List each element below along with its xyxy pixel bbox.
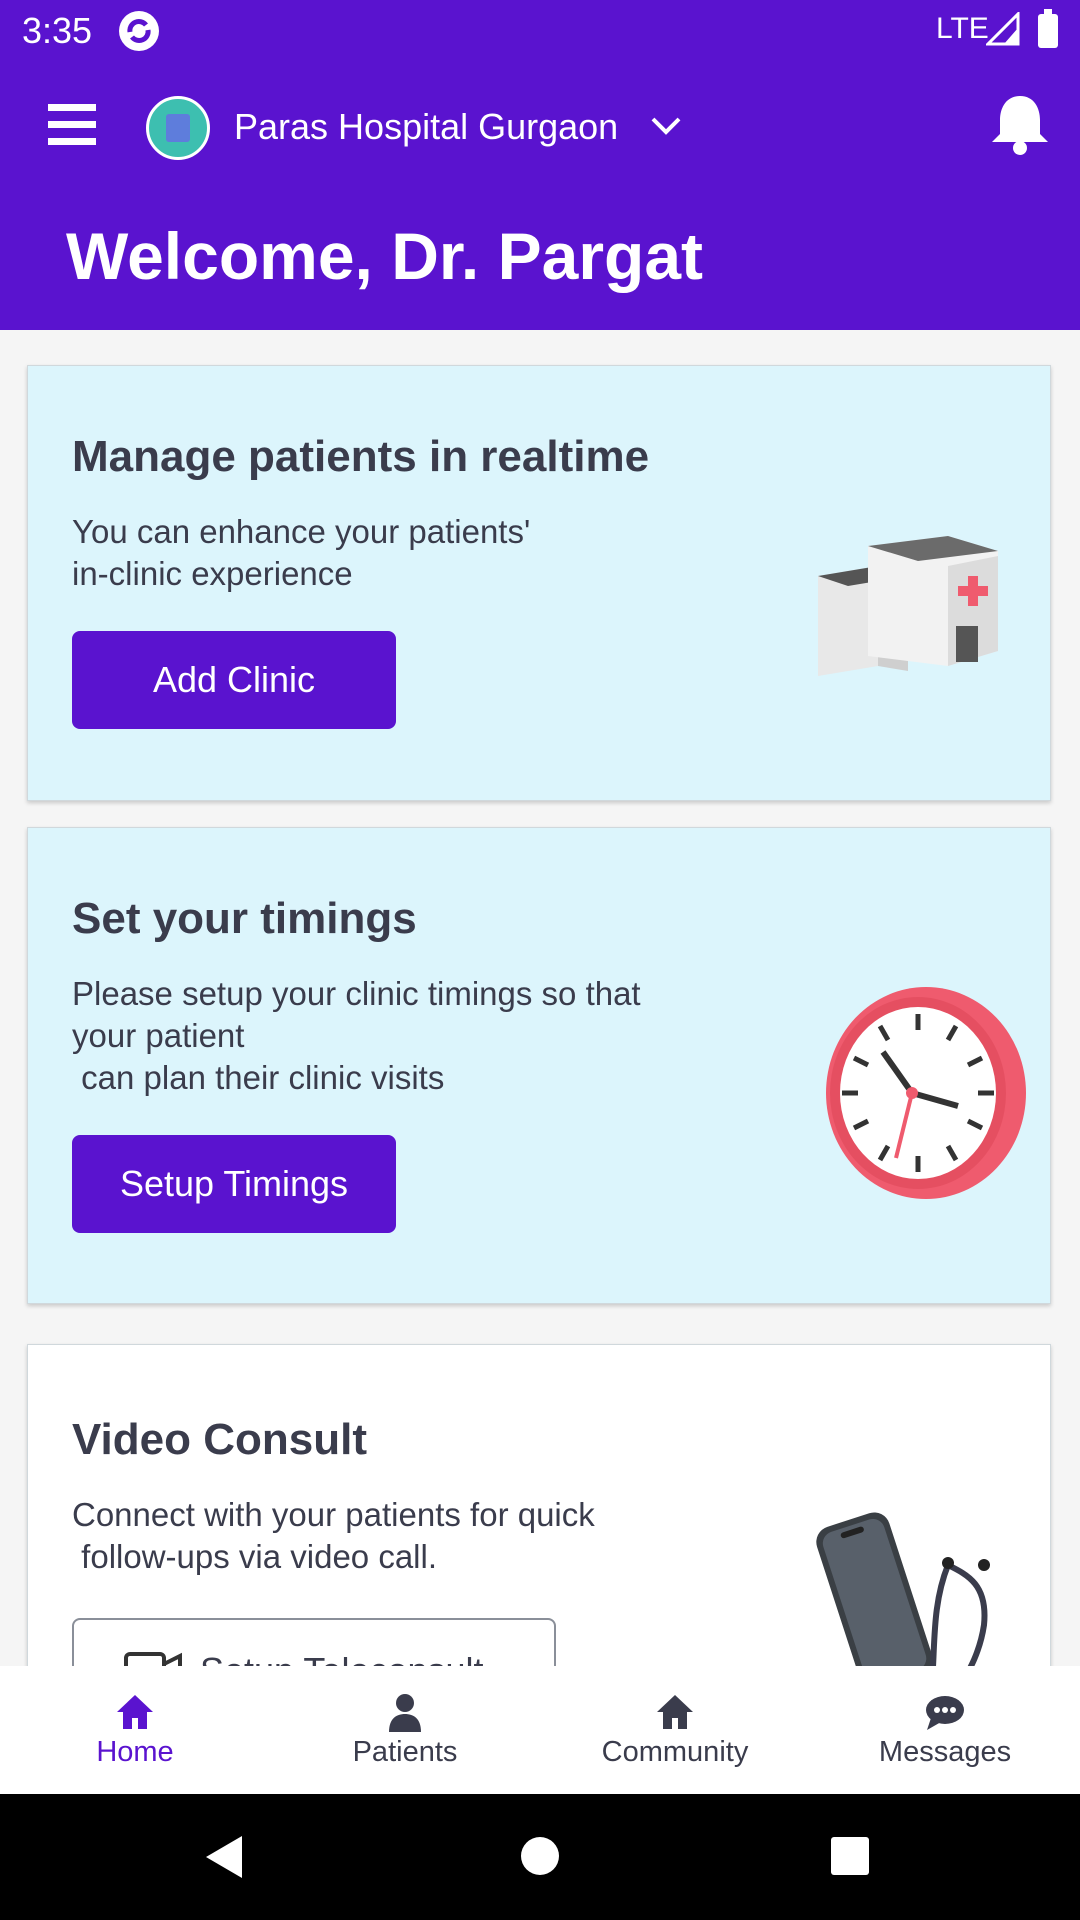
card-description: You can enhance your patients' in-clinic… bbox=[72, 513, 531, 592]
back-icon[interactable] bbox=[204, 1834, 244, 1880]
card-description: Please setup your clinic timings so that… bbox=[72, 975, 641, 1096]
chevron-down-icon[interactable] bbox=[648, 108, 684, 144]
system-navigation-bar bbox=[0, 1794, 1080, 1920]
community-icon bbox=[657, 1695, 693, 1729]
chat-icon bbox=[926, 1696, 964, 1730]
nav-label: Messages bbox=[878, 1736, 1012, 1768]
menu-icon[interactable] bbox=[48, 104, 96, 152]
hospital-selector[interactable]: Paras Hospital Gurgaon bbox=[234, 106, 618, 148]
add-clinic-button[interactable]: Add Clinic bbox=[72, 631, 396, 729]
card-description: Connect with your patients for quick fol… bbox=[72, 1496, 595, 1575]
nav-label: Home bbox=[96, 1736, 174, 1768]
manage-patients-card: Manage patients in realtime You can enha… bbox=[27, 365, 1051, 801]
card-title: Set your timings bbox=[72, 894, 417, 943]
clock-illustration bbox=[826, 987, 1026, 1199]
set-timings-card: Set your timings Please setup your clini… bbox=[27, 827, 1051, 1304]
nav-label: Patients bbox=[352, 1736, 458, 1768]
bottom-navigation: Home Patients Community Messages bbox=[0, 1666, 1080, 1794]
video-consult-card: Video Consult Connect with your patients… bbox=[27, 1344, 1051, 1716]
nav-home[interactable]: Home bbox=[0, 1666, 270, 1794]
notification-bell-icon[interactable] bbox=[986, 90, 1054, 158]
nav-community[interactable]: Community bbox=[540, 1666, 810, 1794]
welcome-title: Welcome, Dr. Pargat bbox=[66, 219, 704, 293]
card-title: Manage patients in realtime bbox=[72, 432, 650, 481]
status-time: 3:35 bbox=[22, 10, 93, 51]
status-bar: 3:35 LTE bbox=[0, 0, 1080, 62]
hospital-building-illustration bbox=[818, 536, 998, 676]
nav-messages[interactable]: Messages bbox=[810, 1666, 1080, 1794]
network-type: LTE bbox=[936, 12, 989, 45]
card-title: Video Consult bbox=[72, 1415, 367, 1464]
person-icon bbox=[389, 1694, 421, 1732]
home-circle-icon[interactable] bbox=[520, 1836, 560, 1876]
sync-app-icon bbox=[119, 11, 159, 51]
app-header: 3:35 LTE Paras Hospital Gurgaon Welcome,… bbox=[0, 0, 1080, 330]
battery-icon bbox=[1038, 9, 1058, 48]
setup-timings-button[interactable]: Setup Timings bbox=[72, 1135, 396, 1233]
signal-icon bbox=[986, 12, 1020, 46]
home-icon bbox=[117, 1695, 153, 1729]
nav-patients[interactable]: Patients bbox=[270, 1666, 540, 1794]
hospital-avatar[interactable] bbox=[146, 96, 210, 160]
recents-icon[interactable] bbox=[830, 1836, 870, 1876]
nav-label: Community bbox=[601, 1736, 749, 1768]
